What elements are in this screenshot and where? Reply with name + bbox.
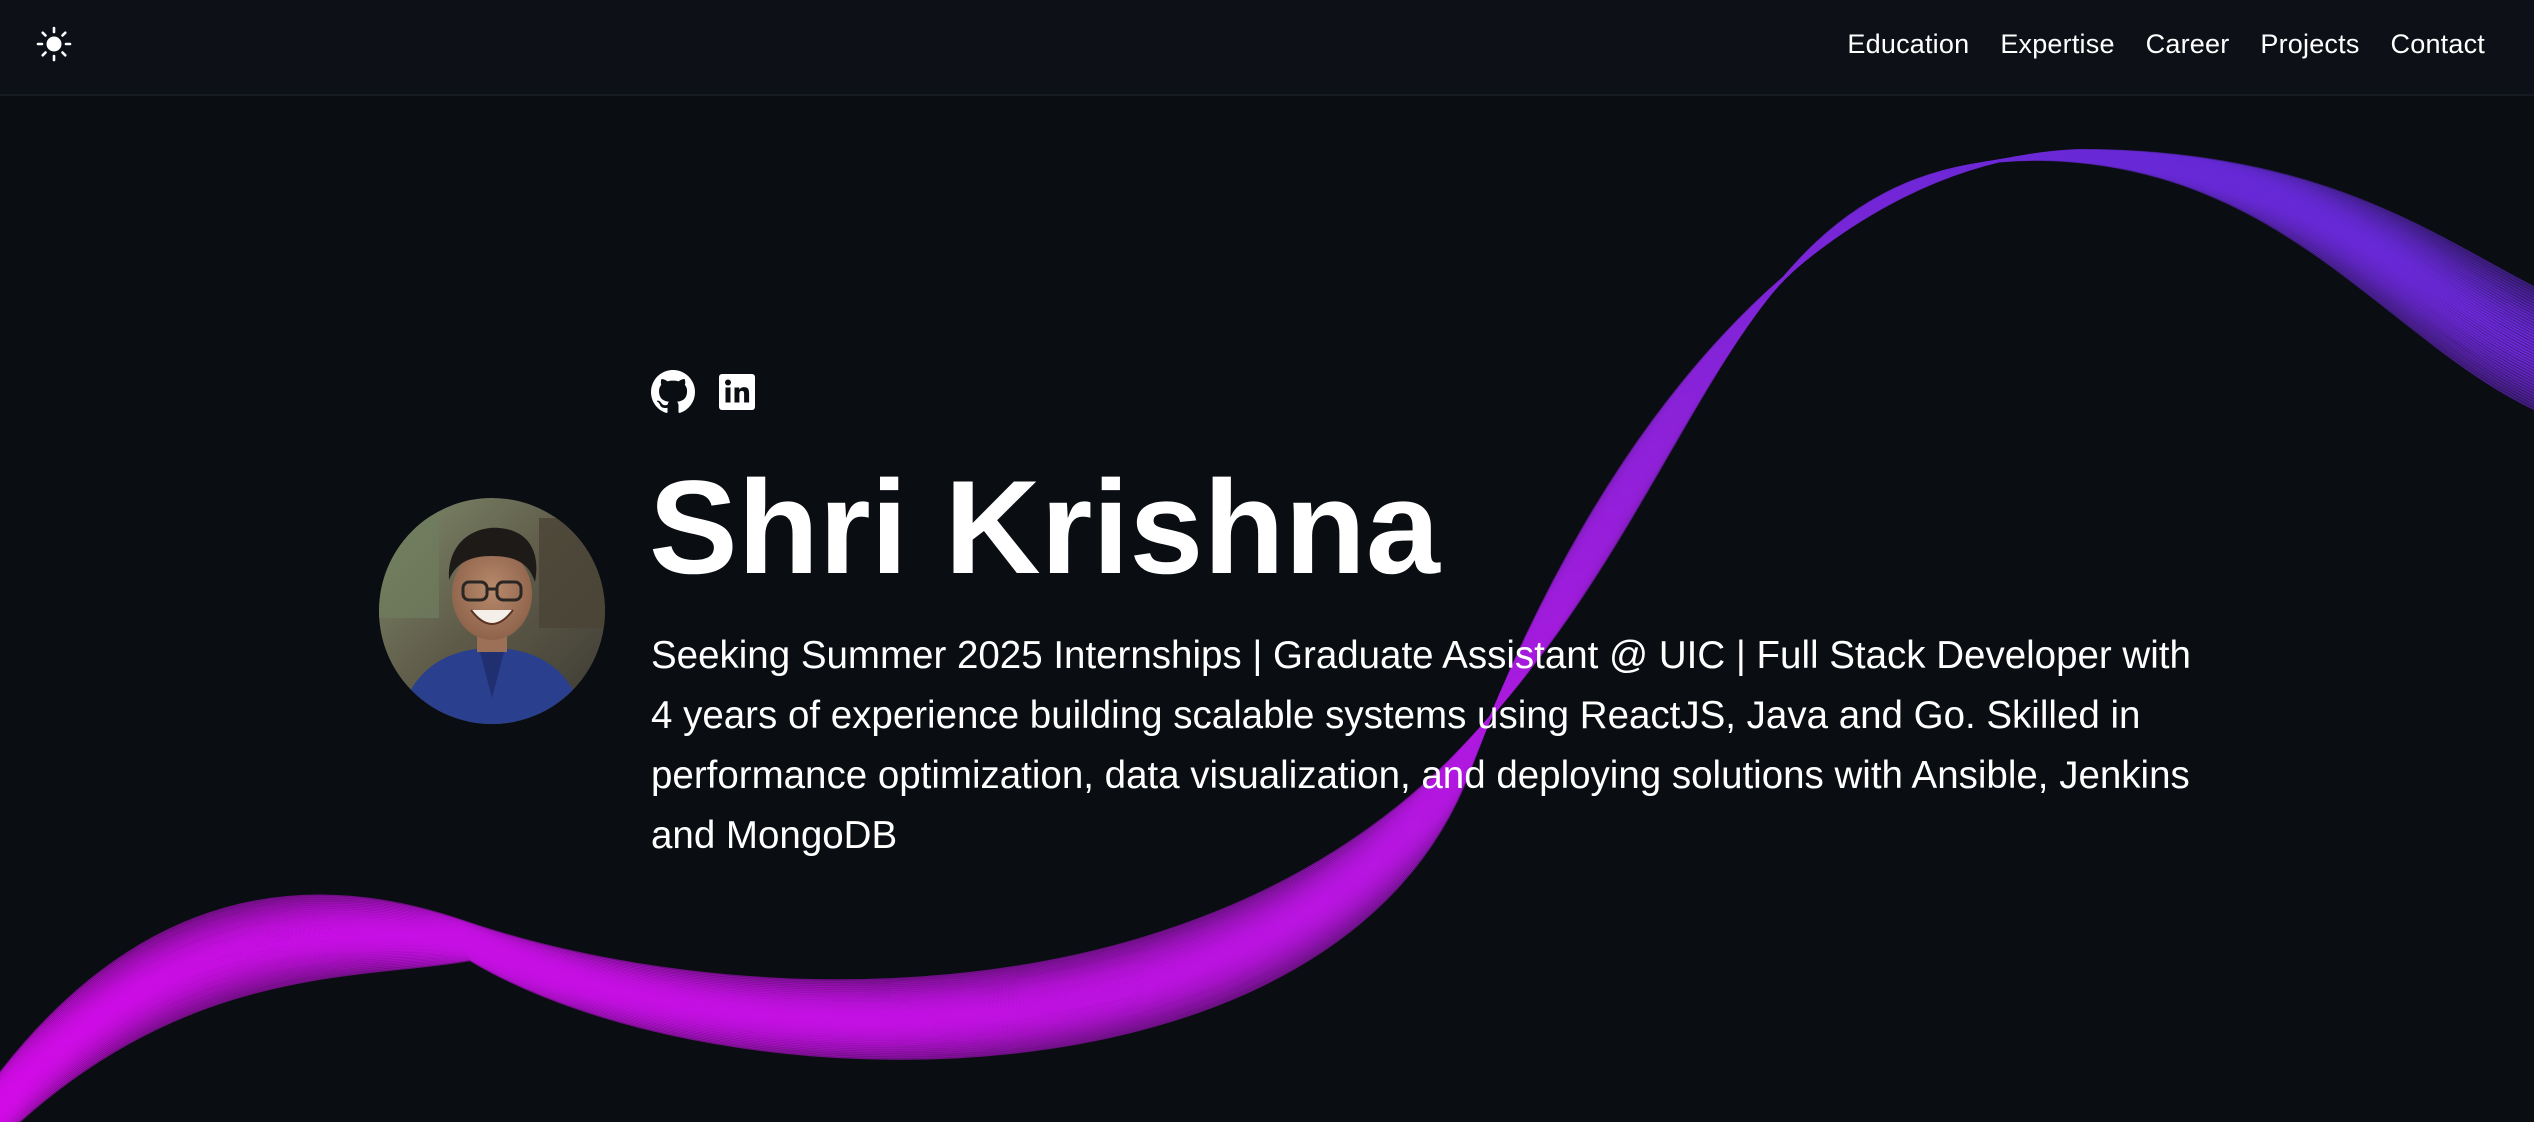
github-icon[interactable] bbox=[651, 370, 695, 414]
linkedin-icon[interactable] bbox=[715, 370, 759, 414]
avatar bbox=[379, 498, 605, 724]
hero-bio: Seeking Summer 2025 Internships | Gradua… bbox=[651, 634, 2191, 857]
nav-projects[interactable]: Projects bbox=[2260, 26, 2359, 62]
hero-name: Shri Krishna bbox=[649, 454, 1440, 602]
nav-contact[interactable]: Contact bbox=[2391, 26, 2485, 62]
sun-icon[interactable] bbox=[36, 26, 72, 62]
nav-expertise[interactable]: Expertise bbox=[2000, 26, 2114, 62]
hero-section: Shri Krishna Seeking Summer 2025 Interns… bbox=[0, 0, 2534, 1122]
social-links bbox=[651, 370, 759, 414]
portfolio-page: Education Expertise Career Projects Cont… bbox=[0, 0, 2534, 1122]
top-navbar: Education Expertise Career Projects Cont… bbox=[0, 0, 2534, 96]
profile-photo bbox=[379, 498, 605, 724]
nav-career[interactable]: Career bbox=[2146, 26, 2230, 62]
nav-education[interactable]: Education bbox=[1847, 26, 1969, 62]
main-nav: Education Expertise Career Projects Cont… bbox=[1847, 26, 2485, 62]
